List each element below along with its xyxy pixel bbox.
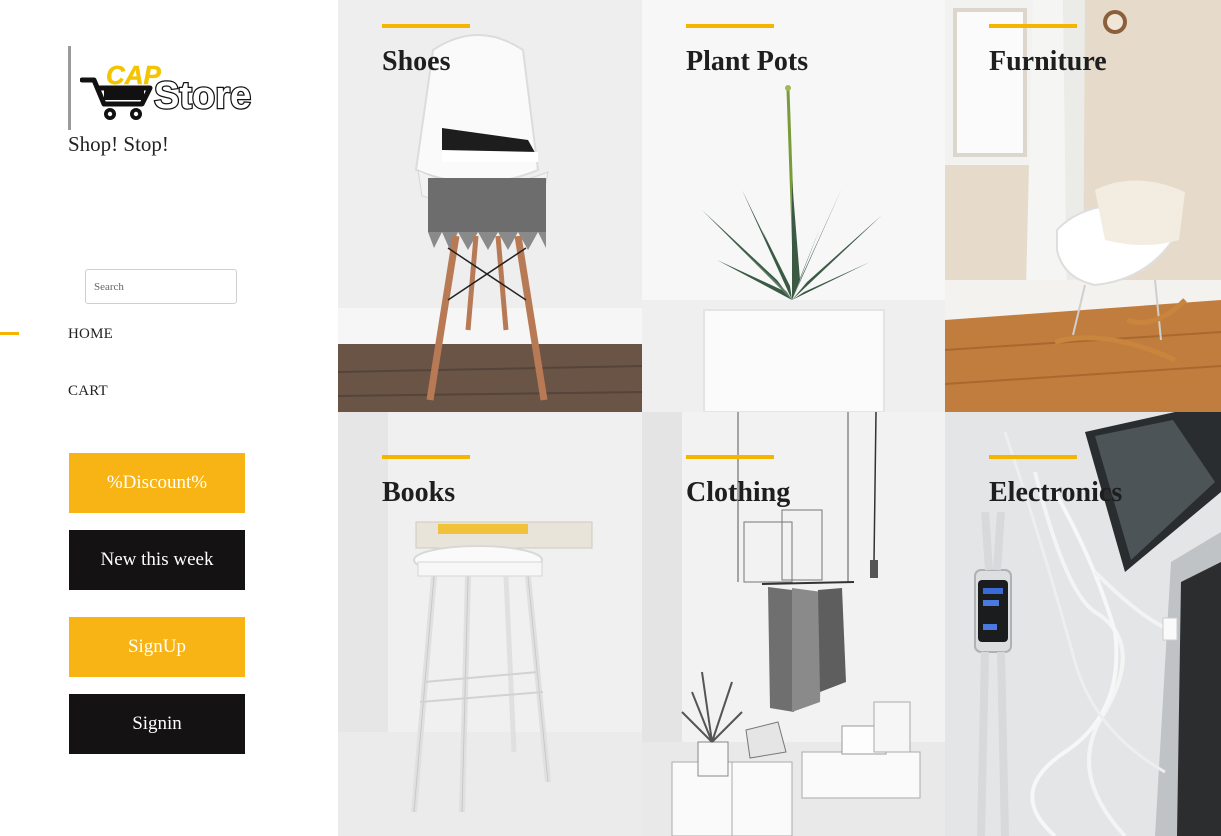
category-title: Plant Pots — [686, 46, 809, 77]
category-title: Furniture — [989, 46, 1107, 77]
tile-accent-line — [989, 455, 1077, 459]
nav-cart-link[interactable]: CART — [68, 383, 108, 400]
category-tile-clothing[interactable]: Clothing — [642, 412, 945, 836]
category-tile-shoes[interactable]: Shoes — [338, 0, 642, 412]
category-title: Books — [382, 477, 456, 508]
tile-accent-line — [686, 24, 774, 28]
signin-button[interactable]: Signin — [69, 694, 245, 754]
logo-divider — [68, 46, 71, 130]
category-title: Shoes — [382, 46, 451, 77]
tile-accent-line — [382, 24, 470, 28]
smartwatch-phone-photo — [945, 412, 1221, 836]
sidebar: CAP Store Shop! Stop! HOME CART %Discoun… — [0, 0, 338, 836]
new-this-week-button[interactable]: New this week — [69, 530, 245, 590]
category-tile-plant-pots[interactable]: Plant Pots — [642, 0, 945, 412]
category-title: Clothing — [686, 477, 791, 508]
stool-with-book-photo — [338, 412, 642, 836]
category-tile-books[interactable]: Books — [338, 412, 642, 836]
category-tile-furniture[interactable]: Furniture — [945, 0, 1221, 412]
tile-accent-line — [382, 455, 470, 459]
capstore-logo[interactable]: CAP Store — [80, 54, 256, 126]
signup-button[interactable]: SignUp — [69, 617, 245, 677]
svg-text:Store: Store — [154, 75, 251, 117]
tile-accent-line — [686, 455, 774, 459]
nav-home-link[interactable]: HOME — [68, 326, 113, 343]
nav-active-indicator — [0, 332, 19, 335]
category-title: Electronics — [989, 477, 1123, 508]
brand-tagline: Shop! Stop! — [68, 132, 169, 156]
search-input[interactable] — [85, 269, 237, 304]
discount-button[interactable]: %Discount% — [69, 453, 245, 513]
tile-accent-line — [989, 24, 1077, 28]
category-grid: Shoes Plant Pots Furniture Books Clothin… — [338, 0, 1221, 836]
clothes-rack-photo — [642, 412, 945, 836]
category-tile-electronics[interactable]: Electronics — [945, 412, 1221, 836]
